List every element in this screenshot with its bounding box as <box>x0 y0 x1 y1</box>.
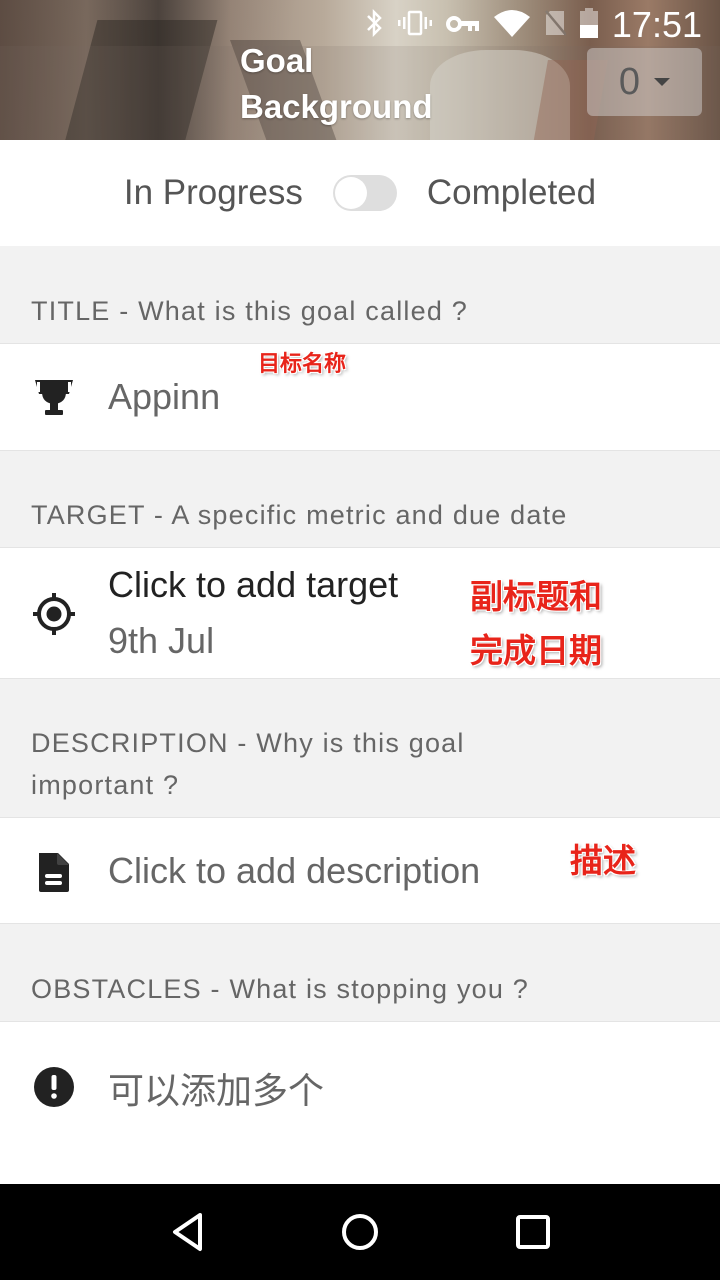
alert-circle-icon <box>32 1065 76 1109</box>
obstacle-item[interactable]: 可以添加多个 <box>0 1022 720 1152</box>
description-value: Click to add description <box>108 850 481 891</box>
vibrate-icon <box>397 9 432 41</box>
completed-toggle[interactable] <box>332 175 397 211</box>
target-due-date: 9th Jul <box>108 620 215 661</box>
back-button[interactable] <box>157 1202 217 1262</box>
obstacles-section-header: OBSTACLES - What is stopping you ? <box>0 968 720 1010</box>
count-value: 0 <box>618 60 641 103</box>
target-icon <box>32 592 76 636</box>
target-field[interactable]: Click to add target 9th Jul 副标题和 完成日期 <box>0 547 720 679</box>
toggle-knob <box>334 177 367 209</box>
home-button[interactable] <box>330 1202 390 1262</box>
bluetooth-icon <box>364 8 384 41</box>
caret-down-icon <box>654 78 671 86</box>
description-field[interactable]: Click to add description 描述 <box>0 817 720 924</box>
trophy-icon <box>32 376 76 420</box>
title-field[interactable]: Appinn 目标名称 <box>0 343 720 451</box>
target-annotation-line2: 完成日期 <box>470 632 602 669</box>
document-icon <box>32 850 76 894</box>
wifi-icon <box>493 9 530 41</box>
header-background: 17:51 Goal Background 0 <box>0 0 720 140</box>
status-toggle-row: In Progress Completed <box>0 140 720 246</box>
in-progress-label: In Progress <box>123 173 303 212</box>
description-header-line1: DESCRIPTION - Why is this goal <box>31 728 465 758</box>
title-annotation: 目标名称 <box>258 351 347 376</box>
recents-icon <box>516 1215 551 1249</box>
recents-button[interactable] <box>503 1202 563 1262</box>
description-header-line2: important ? <box>31 770 180 800</box>
goal-title[interactable]: Goal Background <box>240 38 433 130</box>
target-value: Click to add target <box>108 564 399 605</box>
description-annotation: 描述 <box>570 842 636 879</box>
obstacles-list: 可以添加多个 <box>0 1021 720 1184</box>
completed-label: Completed <box>426 173 597 212</box>
no-sim-icon <box>544 9 567 41</box>
description-section-header: DESCRIPTION - Why is this goal important… <box>0 722 720 806</box>
target-section-header: TARGET - A specific metric and due date <box>0 494 720 536</box>
title-section-header: TITLE - What is this goal called ? <box>0 290 720 332</box>
obstacle-value: 可以添加多个 <box>108 1070 325 1111</box>
navigation-bar <box>0 1184 720 1280</box>
back-icon <box>172 1213 202 1251</box>
home-icon <box>341 1214 378 1250</box>
count-dropdown[interactable]: 0 <box>587 48 702 116</box>
goal-title-line1: Goal <box>240 42 314 79</box>
target-annotation-line1: 副标题和 <box>470 578 602 615</box>
title-value: Appinn <box>108 376 221 417</box>
battery-icon <box>579 8 598 42</box>
goal-title-line2: Background <box>240 88 433 125</box>
vpn-key-icon <box>445 12 480 38</box>
status-time: 17:51 <box>611 4 702 45</box>
